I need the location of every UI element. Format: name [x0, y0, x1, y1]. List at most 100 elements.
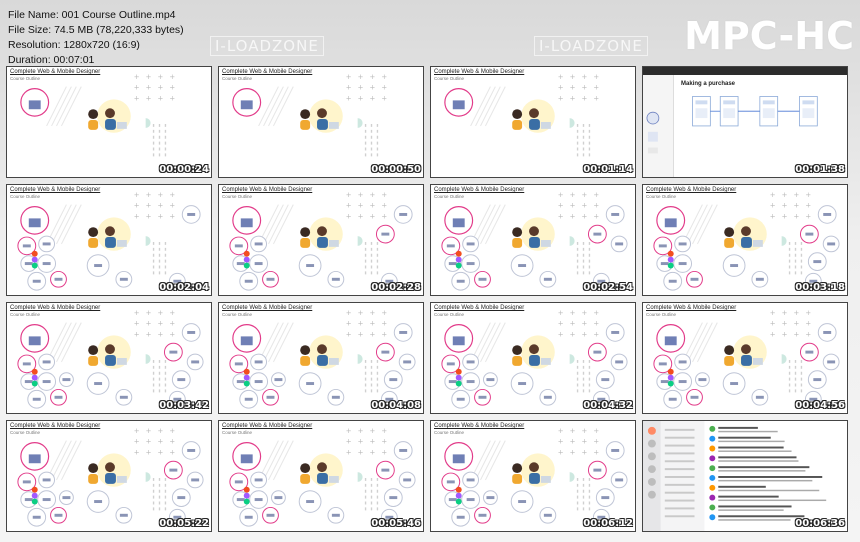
svg-text:+: +: [358, 191, 364, 199]
thumbnail-timestamp: 00:03:42: [159, 400, 209, 411]
svg-text:+: +: [158, 84, 164, 92]
svg-text:+: +: [134, 94, 140, 102]
svg-text:+: +: [158, 212, 164, 220]
slide-subtitle: Course Outline: [222, 76, 253, 81]
video-thumbnail: + + + + + + + + + + + + Complete Web & Mobile Design…: [430, 66, 636, 178]
svg-text:+: +: [169, 320, 175, 328]
slide-title: Complete Web & Mobile Designer: [434, 187, 525, 193]
svg-text:+: +: [770, 212, 776, 220]
svg-text:+: +: [370, 448, 376, 456]
svg-text:+: +: [593, 212, 599, 220]
svg-text:+: +: [169, 84, 175, 92]
figma-frame-heading: Making a purchase: [681, 81, 736, 87]
svg-text:+: +: [570, 202, 576, 210]
svg-text:+: +: [346, 438, 352, 446]
svg-text:+: +: [346, 73, 352, 81]
svg-text:+: +: [582, 320, 588, 328]
player-logo: MPC-HC: [684, 14, 854, 58]
svg-text:+: +: [570, 84, 576, 92]
chat-window: [643, 421, 827, 531]
svg-text:+: +: [782, 191, 788, 199]
svg-text:+: +: [770, 330, 776, 338]
svg-text:+: +: [570, 191, 576, 199]
slide-subtitle: Course Outline: [434, 194, 465, 199]
svg-text:+: +: [370, 427, 376, 435]
svg-text:+: +: [782, 212, 788, 220]
svg-text:+: +: [558, 212, 564, 220]
slide-illustration: + + + + + + + + + + + +: [17, 427, 204, 527]
svg-text:+: +: [558, 448, 564, 456]
thumbnail-timestamp: 00:02:54: [583, 282, 633, 293]
video-thumbnail: + + + + + + + + + + + + Complete Web & Mobile Design…: [642, 184, 848, 296]
svg-text:+: +: [158, 191, 164, 199]
slide-title: Complete Web & Mobile Designer: [222, 69, 313, 75]
svg-text:+: +: [805, 309, 811, 317]
thumbnail-timestamp: 00:02:04: [159, 282, 209, 293]
svg-text:+: +: [582, 202, 588, 210]
video-thumbnail: + + + + + + + + + + + + Complete Web & Mobile Design…: [430, 302, 636, 414]
thumbnail-grid: + + + + + + + + + + + + Complete Web & Mobile Design…: [6, 66, 848, 532]
svg-text:+: +: [134, 309, 140, 317]
svg-text:+: +: [146, 202, 152, 210]
slide-illustration: + + + + + + + + + + + +: [444, 73, 599, 158]
svg-text:+: +: [782, 330, 788, 338]
video-thumbnail: + + + + + + + + + + + + Complete Web & Mobile Design…: [430, 184, 636, 296]
svg-text:+: +: [370, 212, 376, 220]
svg-text:+: +: [794, 212, 800, 220]
svg-text:+: +: [134, 191, 140, 199]
svg-text:+: +: [146, 191, 152, 199]
slide-title: Complete Web & Mobile Designer: [434, 305, 525, 311]
figma-canvas: [646, 96, 818, 154]
slide-illustration: + + + + + + + + + + + +: [232, 73, 387, 158]
svg-text:+: +: [570, 309, 576, 317]
slide-subtitle: Course Outline: [646, 194, 677, 199]
svg-text:+: +: [370, 309, 376, 317]
slide-subtitle: Course Outline: [434, 76, 465, 81]
svg-text:+: +: [593, 427, 599, 435]
slide-illustration: + + + + + + + + + + + +: [229, 309, 416, 409]
svg-text:+: +: [346, 320, 352, 328]
thumbnail-timestamp: 00:04:08: [371, 400, 421, 411]
svg-text:+: +: [370, 202, 376, 210]
svg-text:+: +: [134, 212, 140, 220]
svg-text:+: +: [794, 320, 800, 328]
svg-text:+: +: [169, 212, 175, 220]
svg-text:+: +: [770, 191, 776, 199]
svg-text:+: +: [582, 94, 588, 102]
video-thumbnail: + + + + + + + + + + + + Complete Web & Mobile Design…: [218, 420, 424, 532]
thumbnail-timestamp: 00:00:50: [371, 164, 421, 175]
slide-illustration: + + + + + + + + + + + +: [653, 191, 840, 291]
svg-text:+: +: [582, 212, 588, 220]
svg-text:+: +: [570, 330, 576, 338]
svg-text:+: +: [381, 202, 387, 210]
svg-text:+: +: [570, 427, 576, 435]
svg-text:+: +: [370, 438, 376, 446]
slide-illustration: + + + + + + + + + + + +: [17, 191, 201, 291]
resolution-text: Resolution: 1280x720 (16:9): [8, 39, 140, 51]
svg-text:+: +: [582, 309, 588, 317]
svg-text:+: +: [805, 330, 811, 338]
svg-text:+: +: [158, 94, 164, 102]
svg-text:+: +: [582, 73, 588, 81]
svg-text:+: +: [358, 212, 364, 220]
svg-text:+: +: [346, 94, 352, 102]
svg-text:+: +: [570, 94, 576, 102]
svg-text:+: +: [169, 73, 175, 81]
svg-text:+: +: [381, 73, 387, 81]
svg-text:+: +: [134, 427, 140, 435]
svg-text:+: +: [381, 191, 387, 199]
svg-text:+: +: [381, 309, 387, 317]
svg-text:+: +: [358, 94, 364, 102]
svg-text:+: +: [346, 330, 352, 338]
slide-title: Complete Web & Mobile Designer: [222, 423, 313, 429]
svg-text:+: +: [805, 320, 811, 328]
slide-subtitle: Course Outline: [10, 312, 41, 317]
svg-text:+: +: [358, 427, 364, 435]
thumbnail-timestamp: 00:04:56: [795, 400, 845, 411]
slide-subtitle: Course Outline: [434, 430, 465, 435]
slide-subtitle: Course Outline: [222, 194, 253, 199]
slide-subtitle: Course Outline: [222, 430, 253, 435]
svg-text:+: +: [346, 427, 352, 435]
video-thumbnail: + + + + + + + + + + + + Complete Web & Mobile Design…: [6, 302, 212, 414]
slide-subtitle: Course Outline: [10, 430, 41, 435]
